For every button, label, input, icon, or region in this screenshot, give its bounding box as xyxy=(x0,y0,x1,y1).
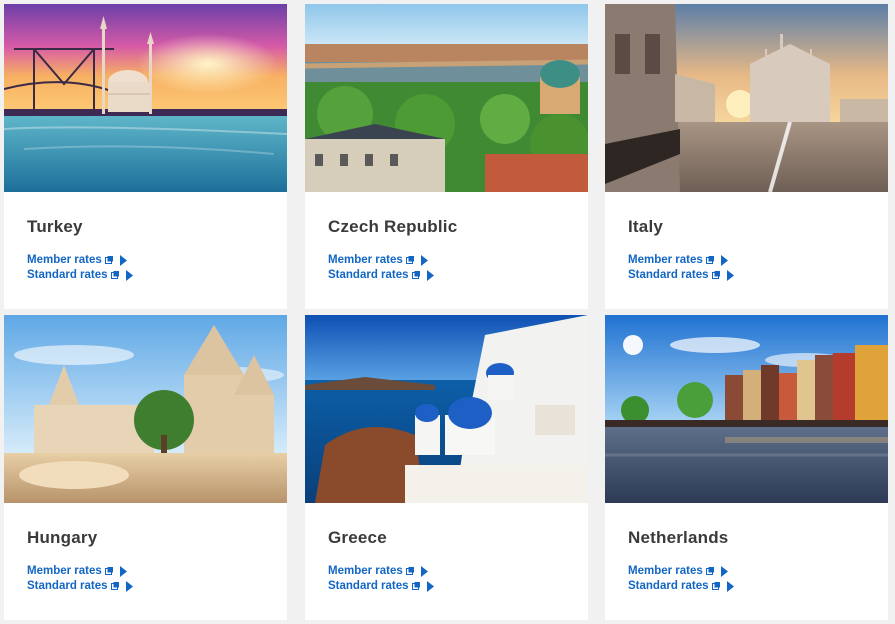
play-arrow-icon xyxy=(125,269,133,281)
play-arrow-icon xyxy=(119,565,127,577)
destination-card-turkey: Turkey Member rates Standard rates xyxy=(4,4,287,309)
play-arrow-icon xyxy=(426,580,434,592)
external-link-icon xyxy=(411,582,420,590)
standard-rates-label: Standard rates xyxy=(628,580,709,592)
play-arrow-icon xyxy=(720,254,728,266)
hungary-photo[interactable] xyxy=(4,315,287,503)
standard-rates-link[interactable]: Standard rates xyxy=(27,269,133,281)
standard-rates-label: Standard rates xyxy=(328,580,409,592)
member-rates-label: Member rates xyxy=(628,254,703,266)
standard-rates-link[interactable]: Standard rates xyxy=(628,269,734,281)
standard-rates-label: Standard rates xyxy=(27,269,108,281)
external-link-icon xyxy=(405,567,414,575)
standard-rates-link[interactable]: Standard rates xyxy=(628,580,734,592)
play-arrow-icon xyxy=(125,580,133,592)
external-link-icon xyxy=(411,271,420,279)
member-rates-label: Member rates xyxy=(27,565,102,577)
external-link-icon xyxy=(711,582,720,590)
external-link-icon xyxy=(711,271,720,279)
standard-rates-label: Standard rates xyxy=(328,269,409,281)
destination-title: Greece xyxy=(328,528,387,547)
play-arrow-icon xyxy=(726,269,734,281)
destination-card-hungary: Hungary Member rates Standard rates xyxy=(4,315,287,620)
member-rates-link[interactable]: Member rates xyxy=(27,254,127,266)
member-rates-link[interactable]: Member rates xyxy=(328,254,428,266)
external-link-icon xyxy=(705,567,714,575)
standard-rates-label: Standard rates xyxy=(27,580,108,592)
member-rates-label: Member rates xyxy=(27,254,102,266)
external-link-icon xyxy=(705,256,714,264)
destination-card-greece: Greece Member rates Standard rates xyxy=(305,315,588,620)
member-rates-label: Member rates xyxy=(328,254,403,266)
destination-card-italy: Italy Member rates Standard rates xyxy=(605,4,888,309)
netherlands-photo[interactable] xyxy=(605,315,888,503)
czech-republic-photo[interactable] xyxy=(305,4,588,192)
member-rates-link[interactable]: Member rates xyxy=(27,565,127,577)
external-link-icon xyxy=(405,256,414,264)
destination-title: Italy xyxy=(628,217,664,236)
standard-rates-link[interactable]: Standard rates xyxy=(328,269,434,281)
destination-title: Turkey xyxy=(27,217,83,236)
external-link-icon xyxy=(110,582,119,590)
member-rates-link[interactable]: Member rates xyxy=(628,254,728,266)
standard-rates-link[interactable]: Standard rates xyxy=(328,580,434,592)
destination-grid: Turkey Member rates Standard rates Czech… xyxy=(0,0,895,624)
play-arrow-icon xyxy=(726,580,734,592)
standard-rates-link[interactable]: Standard rates xyxy=(27,580,133,592)
italy-photo[interactable] xyxy=(605,4,888,192)
play-arrow-icon xyxy=(720,565,728,577)
standard-rates-label: Standard rates xyxy=(628,269,709,281)
member-rates-label: Member rates xyxy=(628,565,703,577)
play-arrow-icon xyxy=(420,565,428,577)
destination-card-czech-republic: Czech Republic Member rates Standard rat… xyxy=(305,4,588,309)
member-rates-link[interactable]: Member rates xyxy=(328,565,428,577)
play-arrow-icon xyxy=(420,254,428,266)
greece-photo[interactable] xyxy=(305,315,588,503)
external-link-icon xyxy=(104,567,113,575)
destination-title: Netherlands xyxy=(628,528,729,547)
play-arrow-icon xyxy=(119,254,127,266)
destination-title: Hungary xyxy=(27,528,98,547)
member-rates-label: Member rates xyxy=(328,565,403,577)
external-link-icon xyxy=(110,271,119,279)
member-rates-link[interactable]: Member rates xyxy=(628,565,728,577)
turkey-photo[interactable] xyxy=(4,4,287,192)
play-arrow-icon xyxy=(426,269,434,281)
external-link-icon xyxy=(104,256,113,264)
destination-card-netherlands: Netherlands Member rates Standard rates xyxy=(605,315,888,620)
destination-title: Czech Republic xyxy=(328,217,458,236)
